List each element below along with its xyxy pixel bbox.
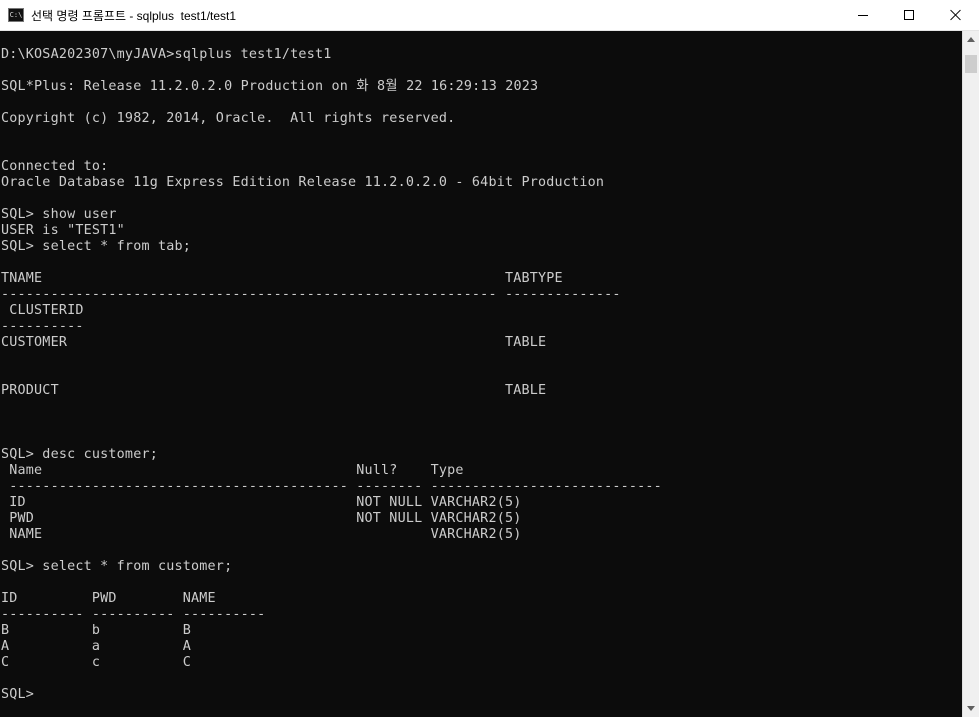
console-lines: D:\KOSA202307\myJAVA>sqlplus test1/test1… xyxy=(1,47,662,703)
close-button[interactable] xyxy=(932,0,979,30)
console-line: Copyright (c) 1982, 2014, Oracle. All ri… xyxy=(1,111,456,126)
console-line: ---------- ---------- ---------- xyxy=(1,607,266,622)
console-line: Name Null? Type xyxy=(1,463,464,478)
vertical-scrollbar[interactable] xyxy=(962,31,979,717)
console-line: PWD NOT NULL VARCHAR2(5) xyxy=(1,511,522,526)
minimize-button[interactable] xyxy=(840,0,886,30)
scrollbar-thumb[interactable] xyxy=(965,55,977,73)
console-line: SQL*Plus: Release 11.2.0.2.0 Production … xyxy=(1,79,539,94)
console-line: Connected to: xyxy=(1,159,109,174)
console-line: TNAME TABTYPE xyxy=(1,271,563,286)
console-line: ---------- xyxy=(1,319,84,334)
console-line: ID PWD NAME xyxy=(1,591,216,606)
command-prompt-icon[interactable]: C:\ xyxy=(8,8,24,22)
console-prompt-line: SQL> xyxy=(1,687,35,702)
console-line: CLUSTERID xyxy=(1,303,84,318)
console-line: CUSTOMER TABLE xyxy=(1,335,547,350)
console-line: NAME VARCHAR2(5) xyxy=(1,527,522,542)
scroll-down-button[interactable] xyxy=(963,700,979,717)
console-line: Oracle Database 11g Express Edition Rele… xyxy=(1,175,605,190)
console-line: ----------------------------------------… xyxy=(1,479,662,494)
window-title: 선택 명령 프롬프트 - sqlplus test1/test1 xyxy=(31,9,237,23)
console-line: C c C xyxy=(1,655,192,670)
maximize-icon xyxy=(904,10,914,20)
chevron-down-icon xyxy=(967,706,975,711)
console-line: A a A xyxy=(1,639,192,654)
console-line: SQL> select * from tab; xyxy=(1,239,192,254)
console-line: SQL> select * from customer; xyxy=(1,559,233,574)
console-output[interactable]: D:\KOSA202307\myJAVA>sqlplus test1/test1… xyxy=(0,31,962,717)
maximize-button[interactable] xyxy=(886,0,932,30)
scroll-up-button[interactable] xyxy=(963,31,979,48)
console-line: ----------------------------------------… xyxy=(1,287,621,302)
console-line: PRODUCT TABLE xyxy=(1,383,547,398)
close-icon xyxy=(950,9,962,21)
console-line: USER is "TEST1" xyxy=(1,223,125,238)
console-line: ID NOT NULL VARCHAR2(5) xyxy=(1,495,522,510)
console-line: SQL> show user xyxy=(1,207,117,222)
console-line: D:\KOSA202307\myJAVA>sqlplus test1/test1 xyxy=(1,47,332,62)
minimize-icon xyxy=(858,14,868,16)
chevron-up-icon xyxy=(967,37,975,42)
title-bar[interactable]: C:\ 선택 명령 프롬프트 - sqlplus test1/test1 xyxy=(0,0,979,31)
console-line: B b B xyxy=(1,623,192,638)
console-line: SQL> desc customer; xyxy=(1,447,158,462)
command-prompt-window: C:\ 선택 명령 프롬프트 - sqlplus test1/test1 D:\… xyxy=(0,0,979,717)
